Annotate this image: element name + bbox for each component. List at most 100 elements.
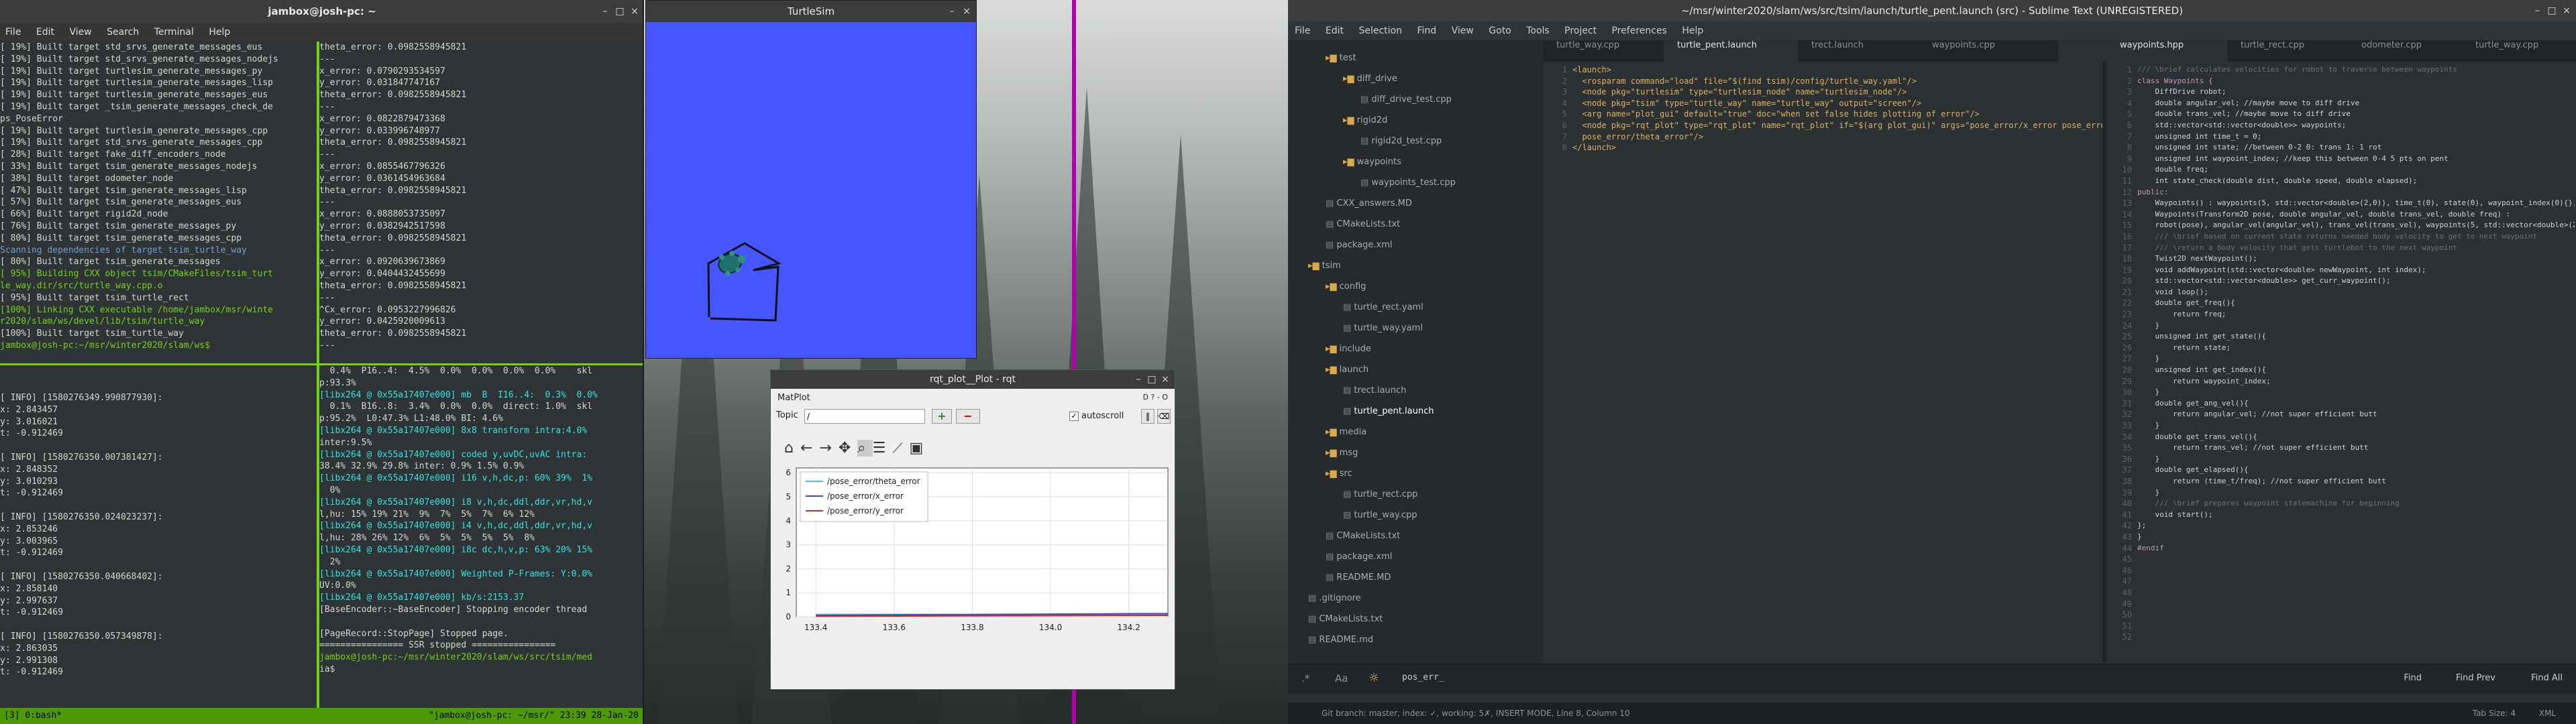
maximize-icon[interactable]: □ [2546,5,2557,16]
tab-turtle-rect-cpp[interactable]: turtle_rect.cpp [2227,40,2348,62]
menu-goto[interactable]: Goto [1489,25,1511,36]
minimize-icon[interactable]: – [600,6,610,17]
remove-topic-button[interactable]: − [956,409,980,424]
menu-terminal[interactable]: Terminal [154,27,194,38]
close-icon[interactable]: × [2561,5,2572,16]
maximize-icon[interactable]: □ [614,6,625,17]
tab-turtle-pent-launch[interactable]: turtle_pent.launch [1664,40,1798,62]
sidebar-file[interactable]: ▤ README.md [1308,631,1373,649]
close-icon[interactable]: × [961,6,972,17]
find-prev-button[interactable]: Find Prev [2456,673,2496,683]
turtlesim-titlebar[interactable]: TurtleSim – × [646,1,976,22]
autoscroll-checkbox[interactable]: ✓ [1069,412,1079,421]
sidebar-folder[interactable]: ▸▆ media [1326,424,1366,441]
menu-selection[interactable]: Selection [1358,25,1402,36]
topic-input[interactable] [804,409,925,424]
sidebar-file[interactable]: ▤ waypoints_test.cpp [1360,174,1456,192]
back-icon[interactable]: ← [800,440,819,457]
close-icon[interactable]: × [629,6,640,17]
menu-help[interactable]: Help [1682,25,1703,36]
sidebar-folder[interactable]: ▸▆ tsim [1308,257,1341,275]
minimize-icon[interactable]: – [2532,5,2542,16]
tab-turtle-way-cpp[interactable]: turtle_way.cpp [1543,40,1664,62]
launch-file-editor[interactable]: <launch> <rosparam command="load" file="… [1572,64,2102,158]
menu-file[interactable]: File [1295,25,1310,36]
menu-edit[interactable]: Edit [1326,25,1344,36]
pause-icon[interactable]: ‖ [1141,409,1155,424]
sidebar-file[interactable]: ▤ package.xml [1326,548,1392,566]
sidebar-file[interactable]: ▤ README.MD [1326,569,1391,587]
sidebar-folder[interactable]: ▸▆ msg [1326,444,1358,462]
pan-icon[interactable]: ✥ [839,440,857,457]
axes-edit-icon[interactable]: ⟋ [892,440,909,457]
minimize-icon[interactable]: – [1133,374,1144,385]
sidebar-file[interactable]: ▤ turtle_pent.launch [1343,403,1434,420]
close-icon[interactable]: × [1160,374,1171,385]
sidebar-file[interactable]: ▤ turtle_way.yaml [1343,320,1423,337]
sidebar-file[interactable]: ▤ CMakeLists.txt [1308,611,1383,628]
home-icon[interactable]: ⌂ [784,440,800,457]
sidebar-file[interactable]: ▤ CXX_answers.MD [1326,195,1412,213]
plot-area[interactable]: 0 1 2 3 4 5 6 133.4 133.6 133.8 134.0 134.2/pose_er… [771,457,1175,690]
sublime-titlebar[interactable]: ~/msr/winter2020/slam/ws/src/tsim/launch… [1288,0,2576,21]
sidebar-folder[interactable]: ▸▆ include [1326,341,1371,358]
tab-waypoints-cpp[interactable]: waypoints.cpp [1919,40,2053,62]
tab-turtle-way-cpp-right[interactable]: turtle_way.cpp [2462,40,2576,62]
rqt-titlebar[interactable]: rqt_plot__Plot - rqt – □ × [771,370,1175,389]
sidebar-file[interactable]: ▤ package.xml [1326,237,1392,254]
menu-tools[interactable]: Tools [1526,25,1550,36]
sidebar-folder[interactable]: ▸▆ launch [1326,361,1368,379]
menu-view[interactable]: View [1452,25,1474,36]
zoom-icon[interactable]: ⌕ [857,440,873,457]
tab-odometer-cpp[interactable]: odometer.cpp [2348,40,2462,62]
terminal-titlebar[interactable]: jambox@josh-pc: ~ – □ × [0,0,643,23]
sidebar-file[interactable]: ▤ turtle_way.cpp [1343,507,1417,524]
encoder-pane[interactable]: 0.4% P16..4: 4.5% 0.0% 0.0% 0.0% 0.0% sk… [319,365,643,708]
sidebar-folder[interactable]: ▸▆ waypoints [1343,154,1401,171]
menu-view[interactable]: View [69,27,91,38]
sidebar-file[interactable]: ▤ turtle_rect.cpp [1343,486,1417,503]
case-icon[interactable]: Aa [1335,672,1348,684]
highlight-icon[interactable]: ☼ [1368,671,1379,685]
menu-help[interactable]: Help [209,27,230,38]
sidebar-file[interactable]: ▤ diff_drive_test.cpp [1360,91,1452,109]
tab-trect-launch[interactable]: trect.launch [1798,40,1919,62]
regex-icon[interactable]: .* [1301,672,1309,684]
subplots-icon[interactable]: ☰ [873,440,893,457]
save-icon[interactable]: ▣ [910,440,930,457]
sidebar-folder[interactable]: ▸▆ src [1326,465,1352,483]
turtle-info-pane[interactable]: [ INFO] [1580276349.990877930]: x: 2.8434… [0,365,317,708]
menu-file[interactable]: File [5,27,21,38]
menu-edit[interactable]: Edit [36,27,54,38]
waypoints-hpp-editor[interactable]: /// \brief calculates velocities for rob… [2137,64,2575,654]
editor-split-divider[interactable] [2102,62,2106,662]
rqt-plot-window[interactable]: rqt_plot__Plot - rqt – □ × MatPlot D ? -… [770,369,1175,690]
syntax-indicator[interactable]: XML [2539,703,2556,724]
sidebar-folder[interactable]: ▸▆ diff_drive [1343,70,1397,88]
add-topic-button[interactable]: + [932,409,952,424]
sidebar-file[interactable]: ▤ CMakeLists.txt [1326,528,1400,545]
menu-project[interactable]: Project [1564,25,1597,36]
pose-error-pane[interactable]: theta_error: 0.0982558945821 --- x_error: … [319,42,643,363]
tab-waypoints-hpp[interactable]: waypoints.hpp [2106,40,2227,62]
sidebar-file[interactable]: ▤ CMakeLists.txt [1326,216,1400,233]
sidebar-file[interactable]: ▤ .gitignore [1308,590,1361,607]
plugin-help-buttons[interactable]: D ? - O [1143,393,1168,402]
clear-icon[interactable]: ⌫ [1157,409,1171,424]
turtlesim-window[interactable]: TurtleSim – × [645,0,977,359]
forward-icon[interactable]: → [819,440,838,457]
sidebar-file[interactable]: ▤ turtle_rect.yaml [1343,299,1424,316]
tab-size-indicator[interactable]: Tab Size: 4 [2473,703,2516,724]
find-all-button[interactable]: Find All [2531,673,2563,683]
menu-preferences[interactable]: Preferences [1612,25,1667,36]
sidebar-folder[interactable]: ▸▆ test [1326,50,1356,67]
find-button[interactable]: Find [2404,673,2422,683]
build-output-pane[interactable]: [ 19%] Built target std_srvs_generate_me… [0,42,317,363]
menu-search[interactable]: Search [107,27,139,38]
sidebar-folder[interactable]: ▸▆ rigid2d [1343,112,1387,129]
maximize-icon[interactable]: □ [1146,374,1157,385]
menu-find[interactable]: Find [1417,25,1436,36]
sublime-window[interactable]: ~/msr/winter2020/slam/ws/src/tsim/launch… [1288,0,2576,724]
minimize-icon[interactable]: – [947,6,957,17]
terminal-window[interactable]: jambox@josh-pc: ~ – □ × File Edit View S… [0,0,644,724]
